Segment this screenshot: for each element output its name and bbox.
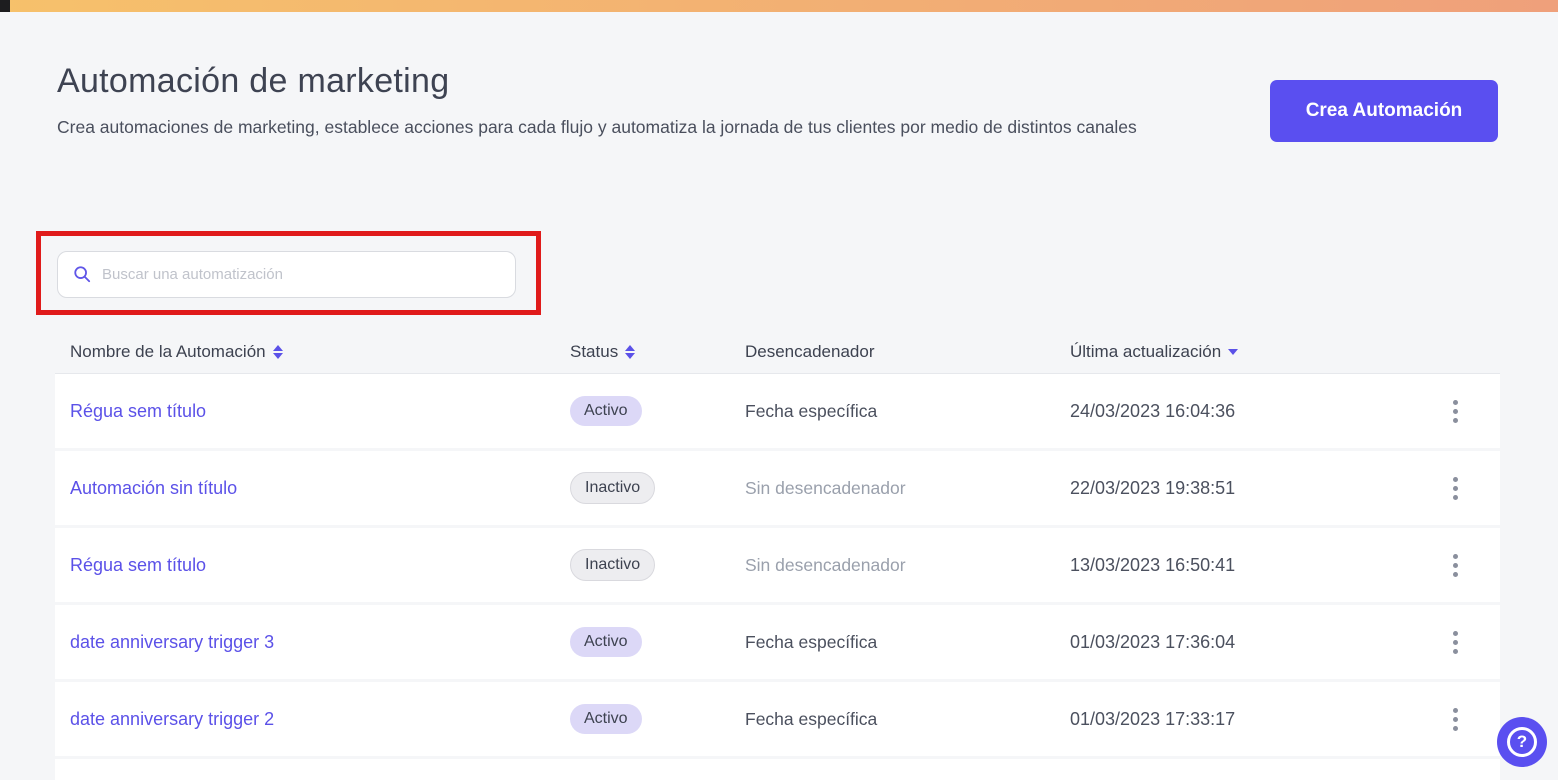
- updated-cell: 24/03/2023 16:04:36: [1070, 401, 1425, 422]
- kebab-menu-icon[interactable]: [1449, 473, 1462, 504]
- trigger-label: Fecha específica: [745, 631, 878, 652]
- actions-cell: [1425, 473, 1485, 504]
- page-header: Automación de marketing Crea automacione…: [57, 62, 1237, 138]
- table-row-partial: [55, 759, 1500, 780]
- updated-at: 01/03/2023 17:36:04: [1070, 631, 1236, 652]
- column-header-trigger-label: Desencadenador: [745, 341, 875, 361]
- automation-name-link[interactable]: date anniversary trigger 3: [70, 632, 274, 652]
- kebab-menu-icon[interactable]: [1449, 627, 1462, 658]
- actions-cell: [1425, 704, 1485, 735]
- updated-at: 01/03/2023 17:33:17: [1070, 708, 1236, 729]
- name-cell: Automación sin título: [70, 478, 570, 499]
- status-badge: Activo: [570, 396, 642, 426]
- actions-cell: [1425, 396, 1485, 427]
- status-cell: Activo: [570, 396, 745, 426]
- table-row: date anniversary trigger 2 Activo Fecha …: [55, 682, 1500, 756]
- search-field-wrap: [57, 251, 516, 298]
- automation-name-link[interactable]: date anniversary trigger 2: [70, 709, 274, 729]
- column-header-status[interactable]: Status: [570, 342, 745, 362]
- automations-table: Nombre de la Automación Status Desencade…: [55, 330, 1500, 780]
- trigger-cell: Fecha específica: [745, 632, 1070, 653]
- automation-name-link[interactable]: Régua sem título: [70, 555, 206, 575]
- kebab-menu-icon[interactable]: [1449, 396, 1462, 427]
- updated-cell: 01/03/2023 17:36:04: [1070, 632, 1425, 653]
- updated-cell: 13/03/2023 16:50:41: [1070, 555, 1425, 576]
- status-cell: Activo: [570, 627, 745, 657]
- table-row: Automación sin título Inactivo Sin desen…: [55, 451, 1500, 525]
- help-button[interactable]: ?: [1497, 717, 1547, 767]
- question-mark-icon: ?: [1507, 727, 1537, 757]
- table-row: date anniversary trigger 3 Activo Fecha …: [55, 605, 1500, 679]
- trigger-cell: Sin desencadenador: [745, 555, 1070, 576]
- sort-desc-icon[interactable]: [1228, 348, 1239, 355]
- actions-cell: [1425, 627, 1485, 658]
- trigger-cell: Sin desencadenador: [745, 478, 1070, 499]
- column-header-trigger: Desencadenador: [745, 342, 1070, 362]
- sort-both-icon[interactable]: [625, 344, 636, 359]
- status-badge: Inactivo: [570, 472, 656, 504]
- actions-cell: [1425, 550, 1485, 581]
- trigger-label: Sin desencadenador: [745, 477, 906, 498]
- updated-at: 13/03/2023 16:50:41: [1070, 554, 1236, 575]
- table-header-row: Nombre de la Automación Status Desencade…: [55, 330, 1500, 374]
- status-cell: Inactivo: [570, 472, 745, 504]
- trigger-label: Sin desencadenador: [745, 554, 906, 575]
- search-input[interactable]: [57, 251, 516, 298]
- updated-cell: 22/03/2023 19:38:51: [1070, 478, 1425, 499]
- name-cell: date anniversary trigger 3: [70, 632, 570, 653]
- column-header-updated[interactable]: Última actualización: [1070, 342, 1425, 362]
- name-cell: Régua sem título: [70, 401, 570, 422]
- updated-cell: 01/03/2023 17:33:17: [1070, 709, 1425, 730]
- sort-both-icon[interactable]: [272, 344, 283, 359]
- status-badge: Inactivo: [570, 549, 656, 581]
- table-row: Régua sem título Inactivo Sin desencaden…: [55, 528, 1500, 602]
- table-row: Régua sem título Activo Fecha específica…: [55, 374, 1500, 448]
- updated-at: 24/03/2023 16:04:36: [1070, 400, 1236, 421]
- status-badge: Activo: [570, 704, 642, 734]
- kebab-menu-icon[interactable]: [1449, 550, 1462, 581]
- status-badge: Activo: [570, 627, 642, 657]
- trigger-label: Fecha específica: [745, 708, 878, 729]
- page-subtitle: Crea automaciones de marketing, establec…: [57, 117, 1137, 137]
- trigger-label: Fecha específica: [745, 400, 878, 421]
- column-header-name[interactable]: Nombre de la Automación: [70, 342, 570, 362]
- top-left-chip: [0, 0, 10, 12]
- updated-at: 22/03/2023 19:38:51: [1070, 477, 1236, 498]
- top-gradient-bar: [0, 0, 1558, 12]
- automation-name-link[interactable]: Régua sem título: [70, 401, 206, 421]
- page-title: Automación de marketing: [57, 62, 450, 100]
- status-cell: Inactivo: [570, 549, 745, 581]
- automation-name-link[interactable]: Automación sin título: [70, 478, 237, 498]
- trigger-cell: Fecha específica: [745, 709, 1070, 730]
- column-header-status-label: Status: [570, 341, 619, 361]
- table-body: Régua sem título Activo Fecha específica…: [55, 374, 1500, 756]
- trigger-cell: Fecha específica: [745, 401, 1070, 422]
- column-header-name-label: Nombre de la Automación: [70, 341, 266, 361]
- name-cell: date anniversary trigger 2: [70, 709, 570, 730]
- column-header-updated-label: Última actualización: [1070, 341, 1222, 361]
- status-cell: Activo: [570, 704, 745, 734]
- create-automation-button[interactable]: Crea Automación: [1270, 80, 1498, 142]
- kebab-menu-icon[interactable]: [1449, 704, 1462, 735]
- name-cell: Régua sem título: [70, 555, 570, 576]
